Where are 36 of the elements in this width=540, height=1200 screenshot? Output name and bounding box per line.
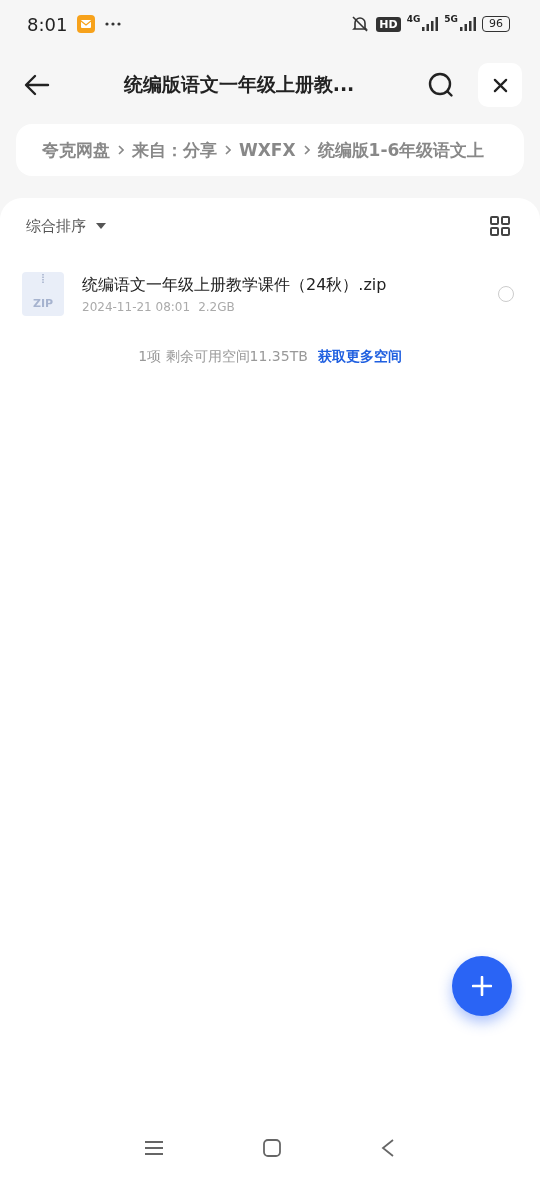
plus-icon — [472, 976, 492, 996]
grid-icon — [490, 216, 510, 236]
zip-file-icon: ZIP — [22, 272, 64, 316]
caret-down-icon — [96, 223, 106, 229]
file-date: 2024-11-21 08:01 — [82, 299, 191, 314]
file-name: 统编语文一年级上册教学课件（24秋）.zip — [82, 274, 388, 296]
page-title: 统编版语文一年级上册教... — [122, 72, 356, 97]
signal-icon — [460, 17, 476, 31]
signal-icon — [422, 17, 439, 31]
hd-badge: HD — [376, 16, 401, 32]
chevron-right-icon — [225, 145, 231, 155]
search-icon — [428, 72, 454, 98]
chevron-right-icon — [118, 145, 124, 155]
file-row[interactable]: ZIP 统编语文一年级上册教学课件（24秋）.zip 2024-11-21 08:01 2.2GB — [0, 254, 540, 334]
breadcrumb-item[interactable]: 统编版1-6年级语文上 — [317, 138, 485, 162]
battery-indicator: 96 — [482, 16, 510, 32]
network-label: 4G — [406, 14, 421, 24]
sort-dropdown[interactable]: 综合排序 — [26, 212, 106, 240]
chevron-right-icon — [303, 145, 310, 155]
home-square-icon[interactable] — [263, 1139, 281, 1157]
more-notifications-icon — [105, 22, 122, 26]
storage-summary: 1项 剩余可用空间11.35TB — [138, 348, 308, 366]
file-size: 2.2GB — [198, 299, 235, 314]
breadcrumb-item[interactable]: 来自：分享 — [132, 138, 217, 162]
back-arrow-icon — [24, 74, 50, 96]
muted-bell-icon — [350, 14, 371, 34]
close-button[interactable] — [478, 63, 522, 107]
get-more-space-link[interactable]: 获取更多空间 — [317, 348, 402, 366]
breadcrumb-item[interactable]: WXFX — [239, 140, 296, 160]
add-button[interactable] — [452, 956, 512, 1016]
breadcrumb-item[interactable]: 夸克网盘 — [42, 138, 110, 162]
close-icon — [492, 77, 508, 93]
menu-icon[interactable] — [145, 1141, 163, 1155]
status-time: 8:01 — [27, 13, 68, 35]
mail-app-icon — [77, 15, 96, 33]
network-label: 5G — [444, 14, 458, 24]
